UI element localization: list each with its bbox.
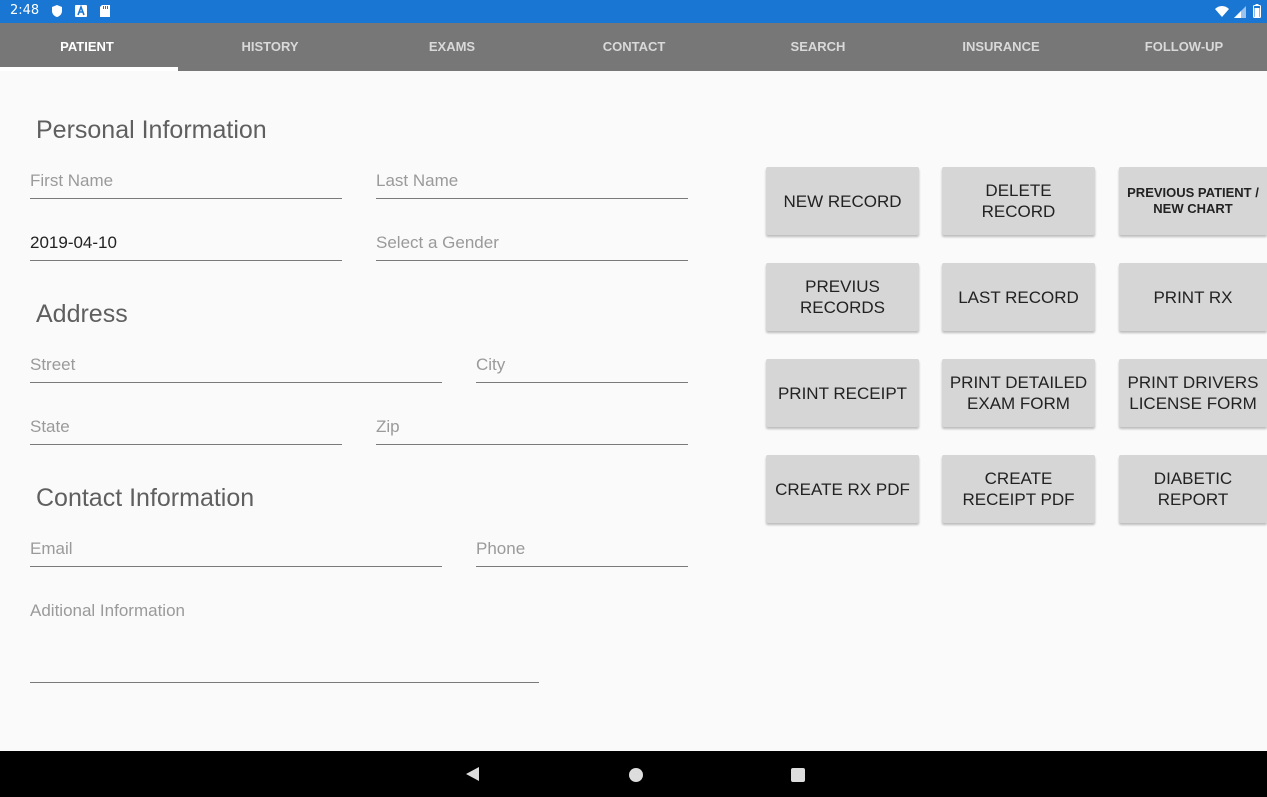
gender-placeholder: Select a Gender: [376, 233, 499, 252]
section-title-address: Address: [36, 300, 128, 328]
zip-placeholder: Zip: [376, 417, 400, 436]
print-receipt-button[interactable]: PRINT RECEIPT: [766, 359, 919, 427]
app-a-icon: [75, 4, 87, 17]
print-detailed-exam-button[interactable]: PRINT DETAILED EXAM FORM: [942, 359, 1095, 427]
first-name-field[interactable]: First Name: [30, 169, 342, 199]
delete-record-button[interactable]: DELETE RECORD: [942, 167, 1095, 235]
last-name-placeholder: Last Name: [376, 171, 459, 190]
status-bar: 2:48: [0, 0, 1267, 23]
section-title-personal: Personal Information: [36, 116, 267, 144]
tab-follow-up[interactable]: FOLLOW-UP: [1094, 23, 1267, 71]
city-placeholder: City: [476, 355, 506, 374]
previous-patient-button[interactable]: PREVIOUS PATIENT / NEW CHART: [1119, 167, 1267, 235]
tab-insurance[interactable]: INSURANCE: [911, 23, 1091, 71]
tab-search[interactable]: SEARCH: [728, 23, 908, 71]
active-tab-indicator: [0, 67, 178, 71]
tab-bar: PATIENT HISTORY EXAMS CONTACT SEARCH INS…: [0, 23, 1267, 71]
previous-records-button[interactable]: PREVIUS RECORDS: [766, 263, 919, 331]
additional-info-field[interactable]: Aditional Information: [30, 599, 539, 683]
tab-exams[interactable]: EXAMS: [362, 23, 542, 71]
battery-icon: [1253, 4, 1261, 18]
last-name-field[interactable]: Last Name: [376, 169, 688, 199]
street-placeholder: Street: [30, 355, 76, 374]
create-rx-pdf-button[interactable]: CREATE RX PDF: [766, 455, 919, 523]
home-icon[interactable]: [629, 768, 643, 782]
state-placeholder: State: [30, 417, 70, 436]
create-receipt-pdf-button[interactable]: CREATE RECEIPT PDF: [942, 455, 1095, 523]
status-time: 2:48: [10, 3, 40, 18]
state-field[interactable]: State: [30, 415, 342, 445]
email-field[interactable]: Email: [30, 537, 442, 567]
section-title-contact: Contact Information: [36, 484, 255, 512]
tab-history[interactable]: HISTORY: [180, 23, 360, 71]
gender-select[interactable]: Select a Gender: [376, 231, 688, 261]
back-icon[interactable]: [466, 767, 479, 781]
street-field[interactable]: Street: [30, 353, 442, 383]
shield-icon: [52, 5, 62, 17]
tab-contact[interactable]: CONTACT: [544, 23, 724, 71]
system-nav-bar: [0, 751, 1267, 797]
phone-placeholder: Phone: [476, 539, 526, 558]
additional-info-placeholder: Aditional Information: [30, 601, 185, 620]
zip-field[interactable]: Zip: [376, 415, 688, 445]
sd-card-icon: [100, 5, 110, 17]
city-field[interactable]: City: [476, 353, 688, 383]
date-value: 2019-04-10: [30, 233, 117, 252]
phone-field[interactable]: Phone: [476, 537, 688, 567]
signal-icon: [1234, 6, 1246, 18]
diabetic-report-button[interactable]: DIABETIC REPORT: [1119, 455, 1267, 523]
wifi-icon: [1215, 6, 1229, 17]
new-record-button[interactable]: NEW RECORD: [766, 167, 919, 235]
tab-patient[interactable]: PATIENT: [0, 23, 174, 71]
last-record-button[interactable]: LAST RECORD: [942, 263, 1095, 331]
recent-apps-icon[interactable]: [791, 768, 805, 782]
first-name-placeholder: First Name: [30, 171, 114, 190]
email-placeholder: Email: [30, 539, 73, 558]
print-rx-button[interactable]: PRINT RX: [1119, 263, 1267, 331]
print-drivers-license-button[interactable]: PRINT DRIVERS LICENSE FORM: [1119, 359, 1267, 427]
date-field[interactable]: 2019-04-10: [30, 231, 342, 261]
